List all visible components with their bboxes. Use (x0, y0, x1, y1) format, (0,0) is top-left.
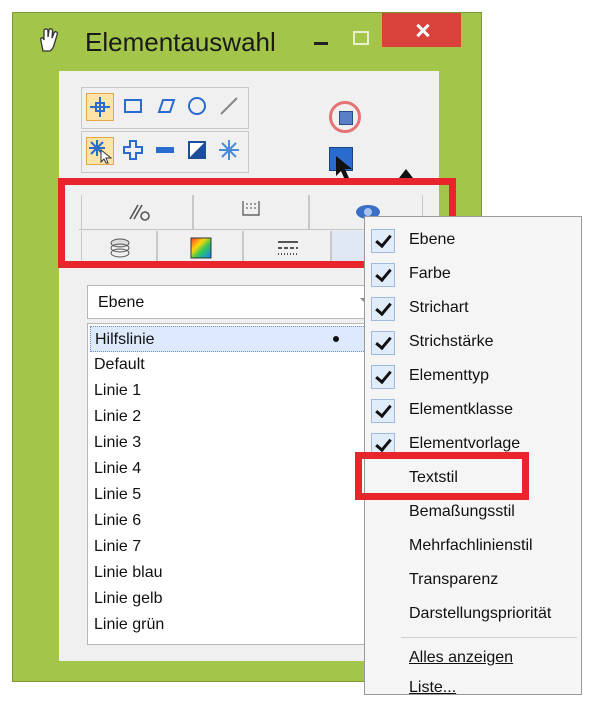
line-icon (220, 97, 238, 115)
list-item[interactable]: Linie blau (94, 560, 163, 586)
list-item[interactable]: Linie 1 (94, 378, 141, 404)
menu-item-elementklasse[interactable]: Elementklasse (365, 393, 581, 427)
list-item[interactable]: Linie 5 (94, 482, 141, 508)
value-list[interactable]: Hilfslinie Default Linie 1 Linie 2 Linie… (87, 323, 393, 645)
check-icon (371, 297, 395, 321)
rectangle-icon (124, 99, 142, 113)
menu-item-darstellungsprioritaet[interactable]: Darstellungspriorität (365, 597, 581, 631)
list-item[interactable]: Linie 4 (94, 456, 141, 482)
add-mode[interactable] (120, 137, 148, 165)
clear-mode[interactable] (216, 137, 244, 165)
menu-item-bemassungsstil[interactable]: Bemaßungsstil (365, 495, 581, 529)
selection-tool-row (81, 87, 249, 129)
category-dropdown[interactable]: Ebene (87, 285, 393, 319)
list-item[interactable]: Linie grün (94, 612, 164, 638)
highlight-box-textstil (355, 452, 529, 500)
close-button[interactable] (382, 13, 461, 47)
invert-icon (188, 141, 206, 159)
collapse-icon[interactable] (399, 169, 413, 178)
new-selection-mode[interactable] (86, 137, 114, 165)
selected-dot-icon (333, 336, 339, 342)
burst-icon (219, 140, 239, 160)
circle-icon (188, 97, 206, 115)
hand-icon (40, 28, 59, 52)
check-icon (371, 331, 395, 355)
crosshair-icon (90, 97, 110, 117)
list-item[interactable]: Linie 6 (94, 508, 141, 534)
menu-item-ebene[interactable]: Ebene (365, 223, 581, 257)
minimize-button[interactable] (303, 23, 337, 57)
list-item[interactable]: Linie 7 (94, 534, 141, 560)
menu-item-farbe[interactable]: Farbe (365, 257, 581, 291)
list-item[interactable]: Linie gelb (94, 586, 163, 612)
title-bar[interactable]: Elementauswahl (13, 13, 481, 71)
deselect-icon[interactable] (329, 101, 361, 133)
menu-item-liste[interactable]: Liste... (365, 671, 581, 705)
element-select-tool[interactable] (86, 93, 114, 121)
plus-icon (123, 140, 143, 160)
check-icon (371, 399, 395, 423)
check-icon (371, 263, 395, 287)
menu-item-strichstaerke[interactable]: Strichstärke (365, 325, 581, 359)
select-cursor-icon[interactable] (329, 147, 353, 180)
list-item[interactable]: Linie 2 (94, 404, 141, 430)
maximize-button[interactable] (343, 21, 377, 55)
rectangle-tool[interactable] (120, 93, 148, 121)
menu-separator (401, 637, 577, 638)
menu-item-elementtyp[interactable]: Elementtyp (365, 359, 581, 393)
line-tool[interactable] (216, 93, 244, 121)
list-item[interactable]: Linie 3 (94, 430, 141, 456)
category-dropdown-value: Ebene (98, 294, 145, 311)
check-icon (371, 365, 395, 389)
check-icon (371, 229, 395, 253)
shape-tool[interactable] (152, 93, 180, 121)
minus-icon (156, 147, 174, 153)
list-item[interactable]: Hilfslinie (90, 326, 380, 352)
menu-item-transparenz[interactable]: Transparenz (365, 563, 581, 597)
sparkle-cursor-icon (89, 140, 113, 164)
window-title: Elementauswahl (85, 27, 276, 57)
invert-mode[interactable] (184, 137, 212, 165)
selection-mode-row (81, 131, 249, 173)
list-item[interactable]: Default (94, 352, 145, 378)
subtract-mode[interactable] (152, 137, 180, 165)
circle-tool[interactable] (184, 93, 212, 121)
menu-item-alles-anzeigen[interactable]: Alles anzeigen (365, 641, 581, 675)
menu-item-mehrfachlinienstil[interactable]: Mehrfachlinienstil (365, 529, 581, 563)
parallelogram-icon (157, 99, 176, 113)
menu-item-strichart[interactable]: Strichart (365, 291, 581, 325)
